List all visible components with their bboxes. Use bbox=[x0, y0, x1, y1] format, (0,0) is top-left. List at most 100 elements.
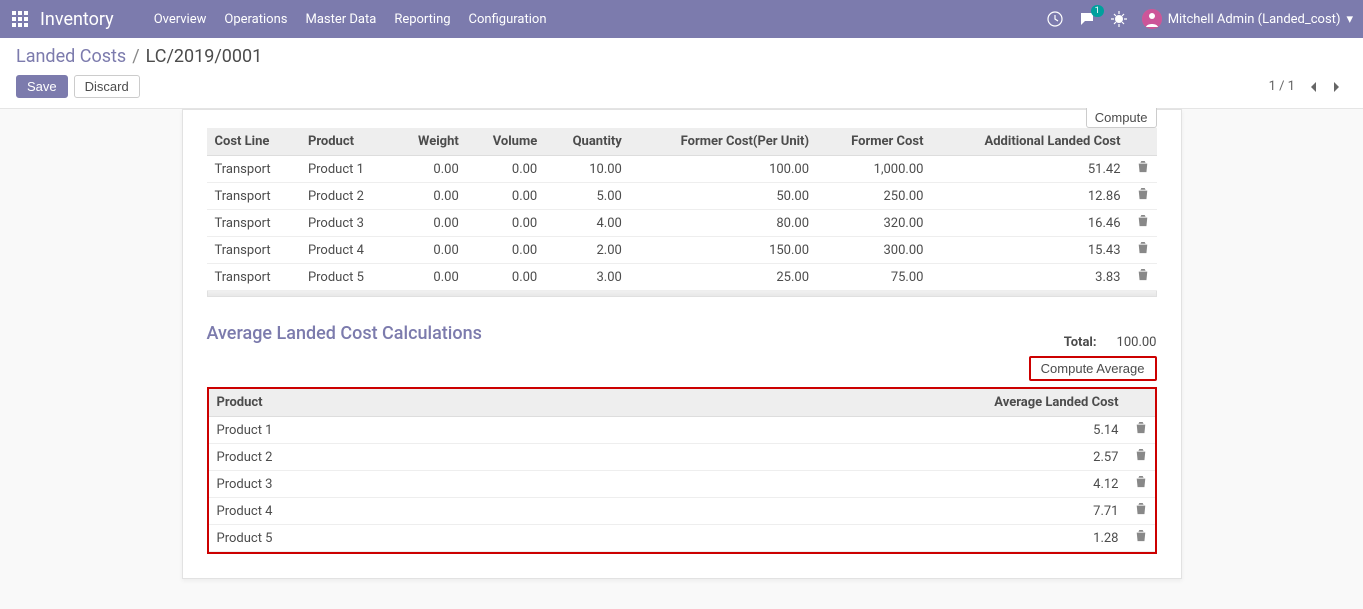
cell-product[interactable]: Product 3 bbox=[300, 210, 393, 237]
cell-quantity[interactable]: 2.00 bbox=[545, 237, 630, 264]
cell-former-cost-unit[interactable]: 25.00 bbox=[630, 264, 817, 291]
trash-icon[interactable] bbox=[1127, 444, 1155, 471]
cell-product[interactable]: Product 2 bbox=[300, 183, 393, 210]
apps-icon[interactable] bbox=[10, 9, 30, 29]
cell-weight[interactable]: 0.00 bbox=[393, 183, 467, 210]
cell-volume[interactable]: 0.00 bbox=[467, 237, 545, 264]
cell-additional[interactable]: 16.46 bbox=[931, 210, 1128, 237]
cell-avg[interactable]: 5.14 bbox=[519, 417, 1127, 444]
user-menu[interactable]: Mitchell Admin (Landed_cost) ▾ bbox=[1142, 9, 1353, 29]
section-title: Average Landed Cost Calculations bbox=[207, 323, 482, 344]
cell-product[interactable]: Product 5 bbox=[300, 264, 393, 291]
cell-quantity[interactable]: 5.00 bbox=[545, 183, 630, 210]
pager-prev-icon[interactable] bbox=[1303, 76, 1325, 98]
nav-item-operations[interactable]: Operations bbox=[224, 12, 287, 27]
col-product: Product bbox=[300, 128, 393, 156]
discard-button[interactable]: Discard bbox=[74, 75, 140, 98]
trash-icon[interactable] bbox=[1127, 417, 1155, 444]
cell-avg[interactable]: 1.28 bbox=[519, 525, 1127, 552]
cell-product[interactable]: Product 1 bbox=[300, 156, 393, 183]
cell-weight[interactable]: 0.00 bbox=[393, 210, 467, 237]
cell-avg[interactable]: 2.57 bbox=[519, 444, 1127, 471]
cell-weight[interactable]: 0.00 bbox=[393, 237, 467, 264]
table-row[interactable]: TransportProduct 30.000.004.0080.00320.0… bbox=[207, 210, 1157, 237]
nav-item-master-data[interactable]: Master Data bbox=[305, 12, 376, 27]
trash-icon[interactable] bbox=[1129, 237, 1157, 264]
total-label: Total: bbox=[1064, 335, 1097, 350]
col-weight: Weight bbox=[393, 128, 467, 156]
breadcrumb: Landed Costs / LC/2019/0001 bbox=[16, 46, 1347, 67]
debug-icon[interactable] bbox=[1110, 10, 1128, 28]
trash-icon[interactable] bbox=[1127, 498, 1155, 525]
cell-additional[interactable]: 51.42 bbox=[931, 156, 1128, 183]
cell-product[interactable]: Product 4 bbox=[300, 237, 393, 264]
breadcrumb-parent[interactable]: Landed Costs bbox=[16, 46, 126, 67]
cell-former-cost[interactable]: 1,000.00 bbox=[817, 156, 931, 183]
table-row[interactable]: TransportProduct 20.000.005.0050.00250.0… bbox=[207, 183, 1157, 210]
table-row[interactable]: Product 15.14 bbox=[209, 417, 1155, 444]
cell-former-cost[interactable]: 300.00 bbox=[817, 237, 931, 264]
cell-former-cost-unit[interactable]: 50.00 bbox=[630, 183, 817, 210]
trash-icon[interactable] bbox=[1129, 210, 1157, 237]
save-button[interactable]: Save bbox=[16, 75, 68, 98]
table-row[interactable]: Product 22.57 bbox=[209, 444, 1155, 471]
cell-volume[interactable]: 0.00 bbox=[467, 183, 545, 210]
cell-avg[interactable]: 4.12 bbox=[519, 471, 1127, 498]
compute-button[interactable]: Compute bbox=[1086, 108, 1157, 128]
cell-cost-line[interactable]: Transport bbox=[207, 237, 300, 264]
pager-next-icon[interactable] bbox=[1325, 76, 1347, 98]
discuss-icon[interactable]: 1 bbox=[1078, 10, 1096, 28]
table-row[interactable]: Product 34.12 bbox=[209, 471, 1155, 498]
average-table: Product Average Landed Cost Product 15.1… bbox=[209, 389, 1155, 552]
cell-quantity[interactable]: 3.00 bbox=[545, 264, 630, 291]
cell-weight[interactable]: 0.00 bbox=[393, 156, 467, 183]
cell-product[interactable]: Product 5 bbox=[209, 525, 519, 552]
nav-item-reporting[interactable]: Reporting bbox=[394, 12, 450, 27]
cell-cost-line[interactable]: Transport bbox=[207, 210, 300, 237]
table-row[interactable]: Product 47.71 bbox=[209, 498, 1155, 525]
cell-former-cost-unit[interactable]: 100.00 bbox=[630, 156, 817, 183]
col-quantity: Quantity bbox=[545, 128, 630, 156]
cell-former-cost[interactable]: 320.00 bbox=[817, 210, 931, 237]
cell-former-cost[interactable]: 75.00 bbox=[817, 264, 931, 291]
table-row[interactable]: TransportProduct 10.000.0010.00100.001,0… bbox=[207, 156, 1157, 183]
cell-cost-line[interactable]: Transport bbox=[207, 156, 300, 183]
cell-product[interactable]: Product 3 bbox=[209, 471, 519, 498]
cell-former-cost[interactable]: 250.00 bbox=[817, 183, 931, 210]
app-brand[interactable]: Inventory bbox=[40, 9, 114, 30]
trash-icon[interactable] bbox=[1127, 525, 1155, 552]
trash-icon[interactable] bbox=[1127, 471, 1155, 498]
avatar bbox=[1142, 9, 1162, 29]
cell-additional[interactable]: 12.86 bbox=[931, 183, 1128, 210]
cell-volume[interactable]: 0.00 bbox=[467, 264, 545, 291]
nav-item-configuration[interactable]: Configuration bbox=[469, 12, 547, 27]
activity-icon[interactable] bbox=[1046, 10, 1064, 28]
table-row[interactable]: Product 51.28 bbox=[209, 525, 1155, 552]
cell-former-cost-unit[interactable]: 80.00 bbox=[630, 210, 817, 237]
cell-avg[interactable]: 7.71 bbox=[519, 498, 1127, 525]
cell-volume[interactable]: 0.00 bbox=[467, 210, 545, 237]
cell-product[interactable]: Product 1 bbox=[209, 417, 519, 444]
cell-quantity[interactable]: 4.00 bbox=[545, 210, 630, 237]
cell-cost-line[interactable]: Transport bbox=[207, 264, 300, 291]
trash-icon[interactable] bbox=[1129, 183, 1157, 210]
nav-item-overview[interactable]: Overview bbox=[154, 12, 207, 27]
nav-right: 1 Mitchell Admin (Landed_cost) ▾ bbox=[1046, 9, 1353, 29]
cell-product[interactable]: Product 2 bbox=[209, 444, 519, 471]
col-additional: Additional Landed Cost bbox=[931, 128, 1128, 156]
trash-icon[interactable] bbox=[1129, 264, 1157, 291]
compute-average-button[interactable]: Compute Average bbox=[1029, 356, 1157, 381]
cell-additional[interactable]: 3.83 bbox=[931, 264, 1128, 291]
trash-icon[interactable] bbox=[1129, 156, 1157, 183]
cell-weight[interactable]: 0.00 bbox=[393, 264, 467, 291]
cell-additional[interactable]: 15.43 bbox=[931, 237, 1128, 264]
col-former-cost-unit: Former Cost(Per Unit) bbox=[630, 128, 817, 156]
cell-volume[interactable]: 0.00 bbox=[467, 156, 545, 183]
cell-former-cost-unit[interactable]: 150.00 bbox=[630, 237, 817, 264]
table-row[interactable]: TransportProduct 50.000.003.0025.0075.00… bbox=[207, 264, 1157, 291]
table-row[interactable]: TransportProduct 40.000.002.00150.00300.… bbox=[207, 237, 1157, 264]
cell-quantity[interactable]: 10.00 bbox=[545, 156, 630, 183]
cell-product[interactable]: Product 4 bbox=[209, 498, 519, 525]
cell-cost-line[interactable]: Transport bbox=[207, 183, 300, 210]
pager-text: 1 / 1 bbox=[1269, 79, 1295, 94]
